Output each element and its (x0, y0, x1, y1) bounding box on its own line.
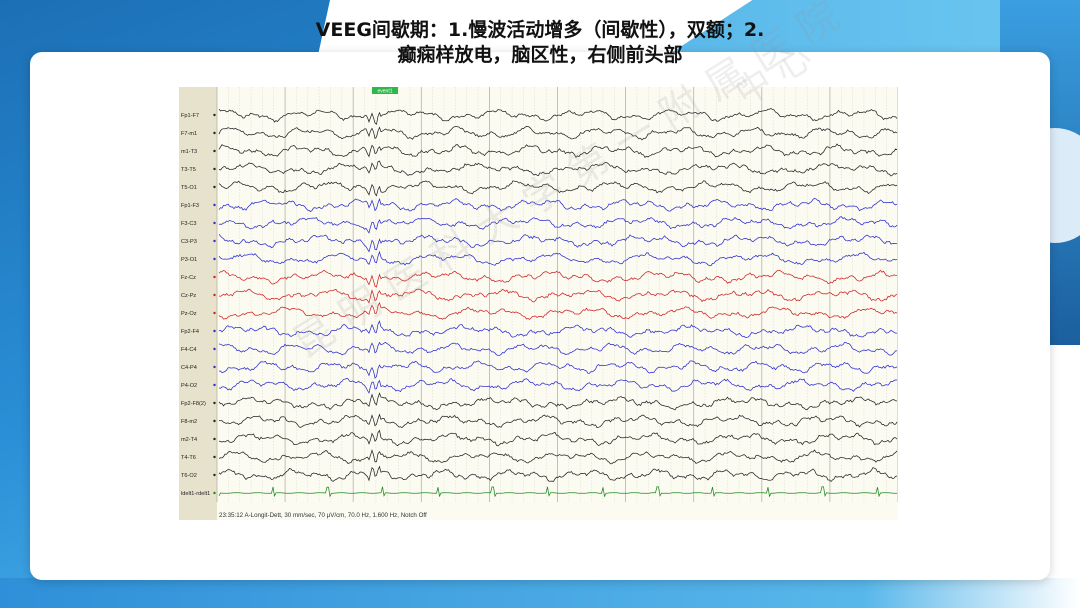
eeg-channel-label[interactable]: T3-T5 (181, 167, 196, 173)
eeg-channel-label[interactable]: Cz-Pz (181, 293, 196, 299)
eeg-channel-dot-icon (213, 419, 216, 423)
eeg-channel-label[interactable]: ldelt1-rdelt1 (181, 491, 210, 497)
eeg-channel-label[interactable]: P3-O1 (181, 257, 197, 263)
eeg-channel-label[interactable]: F4-C4 (181, 347, 197, 353)
eeg-channel-dot-icon (213, 221, 216, 225)
eeg-channel-label[interactable]: m1-T3 (181, 149, 197, 155)
eeg-channel-dot-icon (213, 167, 216, 171)
eeg-channel-label[interactable]: Fp2-F4 (181, 329, 199, 335)
eeg-channel-label[interactable]: Pz-Oz (181, 311, 197, 317)
eeg-channel-label[interactable]: F3-C3 (181, 221, 197, 227)
eeg-channel-label[interactable]: P4-O2 (181, 383, 197, 389)
eeg-channel-dot-icon (213, 365, 216, 369)
eeg-channel-label[interactable]: T4-T6 (181, 455, 196, 461)
eeg-channel-dot-icon (213, 473, 216, 477)
background-bottom-band (0, 578, 1080, 608)
eeg-channel-dot-icon (213, 437, 216, 441)
eeg-channel-dot-icon (213, 239, 216, 243)
eeg-event-marker[interactable]: event1 (372, 87, 398, 95)
eeg-channel-label[interactable]: F8-m2 (181, 419, 197, 425)
eeg-channel-label[interactable]: C3-P3 (181, 239, 197, 245)
eeg-channel-label[interactable]: C4-P4 (181, 365, 197, 371)
eeg-channel-dot-icon (213, 275, 216, 279)
eeg-channel-dot-icon (213, 347, 216, 351)
eeg-channel-label[interactable]: Fp2-F8(2) (181, 401, 206, 407)
eeg-channel-label[interactable]: T5-O1 (181, 185, 197, 191)
eeg-channel-dot-icon (213, 131, 216, 135)
eeg-channel-label[interactable]: F7-m1 (181, 131, 197, 137)
eeg-channel-label[interactable]: T6-O2 (181, 473, 197, 479)
eeg-footer-settings: 23:35:12 A-Longit-Dett, 30 mm/sec, 70 µV… (219, 512, 427, 519)
eeg-channel-dot-icon (213, 257, 216, 261)
eeg-event-marker-label: event1 (377, 89, 392, 95)
eeg-channel-dot-icon (213, 491, 216, 495)
eeg-channel-dot-icon (213, 401, 216, 405)
eeg-channel-dot-icon (213, 455, 216, 459)
eeg-channel-dot-icon (213, 203, 216, 207)
eeg-channel-dot-icon (213, 293, 216, 297)
eeg-channel-dot-icon (213, 311, 216, 315)
eeg-channel-label[interactable]: Fp1-F7 (181, 113, 199, 119)
eeg-channel-dot-icon (213, 329, 216, 333)
eeg-background (179, 87, 898, 520)
eeg-channel-dot-icon (213, 113, 216, 117)
eeg-channel-label[interactable]: Fz-Cz (181, 275, 196, 281)
eeg-channel-label[interactable]: m2-T4 (181, 437, 197, 443)
eeg-channel-label[interactable]: Fp1-F3 (181, 203, 199, 209)
eeg-channel-dot-icon (213, 149, 216, 153)
eeg-channel-dot-icon (213, 185, 216, 189)
eeg-recording-panel: Fp1-F7 F7-m1 m1-T3 T3-T5 T5-O1 Fp1-F3 F3-C3 C3-… (179, 87, 898, 520)
eeg-channel-dot-icon (213, 383, 216, 387)
